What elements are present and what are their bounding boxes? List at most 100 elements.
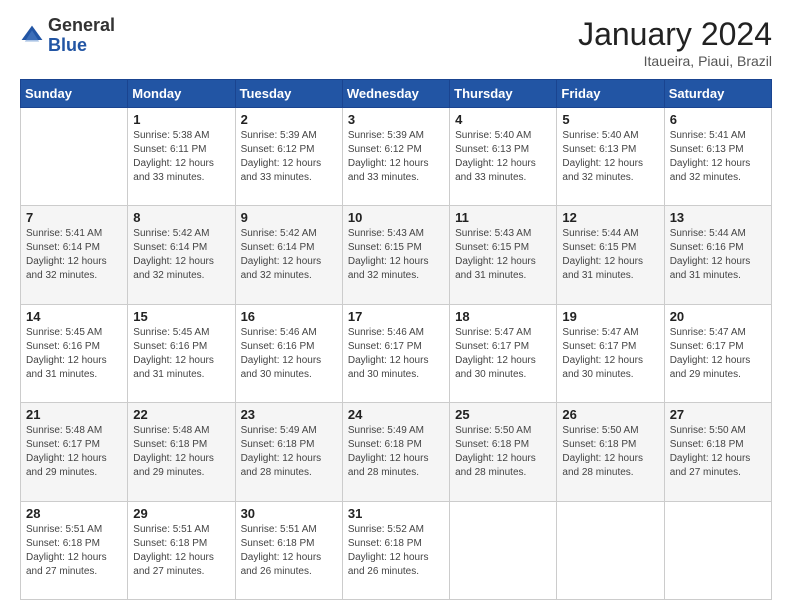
- day-number: 18: [455, 309, 551, 324]
- location-subtitle: Itaueira, Piaui, Brazil: [578, 53, 772, 69]
- day-info: Sunrise: 5:52 AMSunset: 6:18 PMDaylight:…: [348, 523, 444, 579]
- day-number: 10: [348, 210, 444, 225]
- header-sunday: Sunday: [21, 80, 128, 108]
- day-info: Sunrise: 5:40 AMSunset: 6:13 PMDaylight:…: [562, 129, 658, 185]
- table-cell: [450, 501, 557, 599]
- table-cell: 19 Sunrise: 5:47 AMSunset: 6:17 PMDaylig…: [557, 304, 664, 402]
- day-number: 28: [26, 506, 122, 521]
- day-info: Sunrise: 5:51 AMSunset: 6:18 PMDaylight:…: [241, 523, 337, 579]
- day-info: Sunrise: 5:51 AMSunset: 6:18 PMDaylight:…: [133, 523, 229, 579]
- day-number: 7: [26, 210, 122, 225]
- logo-icon: [20, 24, 44, 48]
- header: General Blue January 2024 Itaueira, Piau…: [20, 16, 772, 69]
- table-cell: 27 Sunrise: 5:50 AMSunset: 6:18 PMDaylig…: [664, 403, 771, 501]
- day-number: 6: [670, 112, 766, 127]
- day-info: Sunrise: 5:49 AMSunset: 6:18 PMDaylight:…: [348, 424, 444, 480]
- week-row-2: 7 Sunrise: 5:41 AMSunset: 6:14 PMDayligh…: [21, 206, 772, 304]
- day-info: Sunrise: 5:45 AMSunset: 6:16 PMDaylight:…: [26, 326, 122, 382]
- day-number: 26: [562, 407, 658, 422]
- table-cell: 26 Sunrise: 5:50 AMSunset: 6:18 PMDaylig…: [557, 403, 664, 501]
- day-info: Sunrise: 5:38 AMSunset: 6:11 PMDaylight:…: [133, 129, 229, 185]
- table-cell: 2 Sunrise: 5:39 AMSunset: 6:12 PMDayligh…: [235, 108, 342, 206]
- day-info: Sunrise: 5:42 AMSunset: 6:14 PMDaylight:…: [133, 227, 229, 283]
- day-info: Sunrise: 5:41 AMSunset: 6:14 PMDaylight:…: [26, 227, 122, 283]
- day-number: 8: [133, 210, 229, 225]
- day-number: 31: [348, 506, 444, 521]
- table-cell: 11 Sunrise: 5:43 AMSunset: 6:15 PMDaylig…: [450, 206, 557, 304]
- day-number: 25: [455, 407, 551, 422]
- table-cell: 1 Sunrise: 5:38 AMSunset: 6:11 PMDayligh…: [128, 108, 235, 206]
- day-number: 3: [348, 112, 444, 127]
- day-number: 23: [241, 407, 337, 422]
- month-title: January 2024: [578, 16, 772, 53]
- day-info: Sunrise: 5:47 AMSunset: 6:17 PMDaylight:…: [670, 326, 766, 382]
- table-cell: [664, 501, 771, 599]
- calendar-table: Sunday Monday Tuesday Wednesday Thursday…: [20, 79, 772, 600]
- day-info: Sunrise: 5:44 AMSunset: 6:15 PMDaylight:…: [562, 227, 658, 283]
- table-cell: 7 Sunrise: 5:41 AMSunset: 6:14 PMDayligh…: [21, 206, 128, 304]
- week-row-4: 21 Sunrise: 5:48 AMSunset: 6:17 PMDaylig…: [21, 403, 772, 501]
- table-cell: 6 Sunrise: 5:41 AMSunset: 6:13 PMDayligh…: [664, 108, 771, 206]
- title-area: January 2024 Itaueira, Piaui, Brazil: [578, 16, 772, 69]
- table-cell: 10 Sunrise: 5:43 AMSunset: 6:15 PMDaylig…: [342, 206, 449, 304]
- day-info: Sunrise: 5:49 AMSunset: 6:18 PMDaylight:…: [241, 424, 337, 480]
- day-info: Sunrise: 5:48 AMSunset: 6:18 PMDaylight:…: [133, 424, 229, 480]
- day-info: Sunrise: 5:47 AMSunset: 6:17 PMDaylight:…: [562, 326, 658, 382]
- day-info: Sunrise: 5:48 AMSunset: 6:17 PMDaylight:…: [26, 424, 122, 480]
- day-info: Sunrise: 5:45 AMSunset: 6:16 PMDaylight:…: [133, 326, 229, 382]
- week-row-5: 28 Sunrise: 5:51 AMSunset: 6:18 PMDaylig…: [21, 501, 772, 599]
- day-info: Sunrise: 5:46 AMSunset: 6:16 PMDaylight:…: [241, 326, 337, 382]
- day-number: 20: [670, 309, 766, 324]
- table-cell: 3 Sunrise: 5:39 AMSunset: 6:12 PMDayligh…: [342, 108, 449, 206]
- day-info: Sunrise: 5:40 AMSunset: 6:13 PMDaylight:…: [455, 129, 551, 185]
- table-cell: 25 Sunrise: 5:50 AMSunset: 6:18 PMDaylig…: [450, 403, 557, 501]
- table-cell: 9 Sunrise: 5:42 AMSunset: 6:14 PMDayligh…: [235, 206, 342, 304]
- table-cell: 30 Sunrise: 5:51 AMSunset: 6:18 PMDaylig…: [235, 501, 342, 599]
- day-info: Sunrise: 5:50 AMSunset: 6:18 PMDaylight:…: [670, 424, 766, 480]
- day-info: Sunrise: 5:39 AMSunset: 6:12 PMDaylight:…: [348, 129, 444, 185]
- logo-text: General Blue: [48, 16, 115, 56]
- day-info: Sunrise: 5:50 AMSunset: 6:18 PMDaylight:…: [455, 424, 551, 480]
- day-number: 22: [133, 407, 229, 422]
- week-row-1: 1 Sunrise: 5:38 AMSunset: 6:11 PMDayligh…: [21, 108, 772, 206]
- day-info: Sunrise: 5:46 AMSunset: 6:17 PMDaylight:…: [348, 326, 444, 382]
- table-cell: 29 Sunrise: 5:51 AMSunset: 6:18 PMDaylig…: [128, 501, 235, 599]
- table-cell: 12 Sunrise: 5:44 AMSunset: 6:15 PMDaylig…: [557, 206, 664, 304]
- header-friday: Friday: [557, 80, 664, 108]
- header-tuesday: Tuesday: [235, 80, 342, 108]
- table-cell: 20 Sunrise: 5:47 AMSunset: 6:17 PMDaylig…: [664, 304, 771, 402]
- table-cell: 31 Sunrise: 5:52 AMSunset: 6:18 PMDaylig…: [342, 501, 449, 599]
- table-cell: 13 Sunrise: 5:44 AMSunset: 6:16 PMDaylig…: [664, 206, 771, 304]
- header-wednesday: Wednesday: [342, 80, 449, 108]
- day-info: Sunrise: 5:43 AMSunset: 6:15 PMDaylight:…: [455, 227, 551, 283]
- day-info: Sunrise: 5:51 AMSunset: 6:18 PMDaylight:…: [26, 523, 122, 579]
- table-cell: 16 Sunrise: 5:46 AMSunset: 6:16 PMDaylig…: [235, 304, 342, 402]
- day-number: 5: [562, 112, 658, 127]
- day-info: Sunrise: 5:42 AMSunset: 6:14 PMDaylight:…: [241, 227, 337, 283]
- table-cell: 28 Sunrise: 5:51 AMSunset: 6:18 PMDaylig…: [21, 501, 128, 599]
- day-number: 30: [241, 506, 337, 521]
- logo-general-text: General: [48, 15, 115, 35]
- day-number: 16: [241, 309, 337, 324]
- logo-blue-text: Blue: [48, 35, 87, 55]
- day-number: 24: [348, 407, 444, 422]
- day-info: Sunrise: 5:44 AMSunset: 6:16 PMDaylight:…: [670, 227, 766, 283]
- day-number: 9: [241, 210, 337, 225]
- table-cell: 24 Sunrise: 5:49 AMSunset: 6:18 PMDaylig…: [342, 403, 449, 501]
- day-info: Sunrise: 5:47 AMSunset: 6:17 PMDaylight:…: [455, 326, 551, 382]
- table-cell: 22 Sunrise: 5:48 AMSunset: 6:18 PMDaylig…: [128, 403, 235, 501]
- table-cell: 5 Sunrise: 5:40 AMSunset: 6:13 PMDayligh…: [557, 108, 664, 206]
- table-cell: 23 Sunrise: 5:49 AMSunset: 6:18 PMDaylig…: [235, 403, 342, 501]
- day-number: 27: [670, 407, 766, 422]
- day-info: Sunrise: 5:50 AMSunset: 6:18 PMDaylight:…: [562, 424, 658, 480]
- day-number: 2: [241, 112, 337, 127]
- header-thursday: Thursday: [450, 80, 557, 108]
- day-number: 1: [133, 112, 229, 127]
- table-cell: 4 Sunrise: 5:40 AMSunset: 6:13 PMDayligh…: [450, 108, 557, 206]
- page: General Blue January 2024 Itaueira, Piau…: [0, 0, 792, 612]
- logo: General Blue: [20, 16, 115, 56]
- day-number: 11: [455, 210, 551, 225]
- table-cell: 18 Sunrise: 5:47 AMSunset: 6:17 PMDaylig…: [450, 304, 557, 402]
- day-number: 21: [26, 407, 122, 422]
- table-cell: 8 Sunrise: 5:42 AMSunset: 6:14 PMDayligh…: [128, 206, 235, 304]
